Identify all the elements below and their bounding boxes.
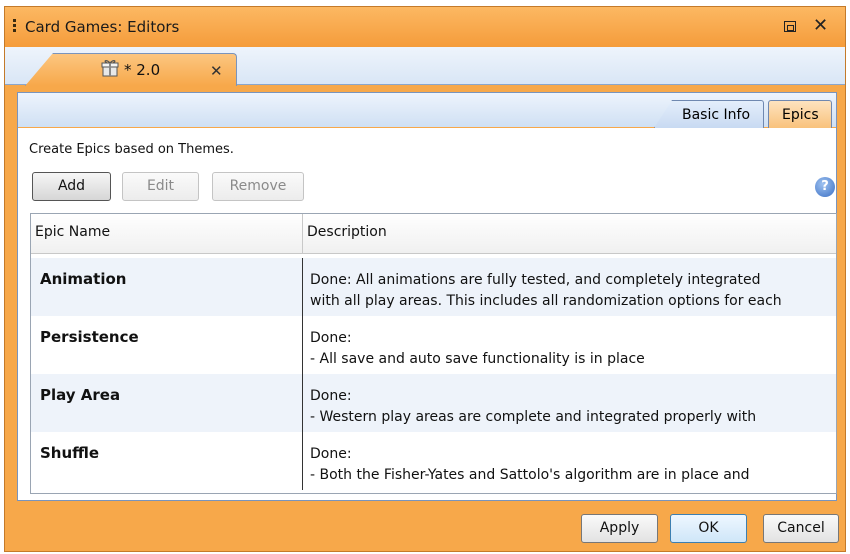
table-row[interactable]: Persistence Done: - All save and auto sa… xyxy=(31,316,836,374)
column-divider-body xyxy=(302,258,303,490)
editor-window: Card Games: Editors ✕ * 2.0 ✕ Basic Info… xyxy=(4,6,846,552)
title-bar[interactable]: Card Games: Editors ✕ xyxy=(5,7,845,47)
restore-icon[interactable] xyxy=(784,21,796,32)
ok-button[interactable]: OK xyxy=(670,514,747,543)
tab-document[interactable]: * 2.0 ✕ xyxy=(25,53,237,86)
epics-panel: Basic Info Epics Create Epics based on T… xyxy=(17,92,837,501)
cancel-button[interactable]: Cancel xyxy=(763,514,839,543)
help-icon[interactable]: ? xyxy=(815,177,835,197)
tab-close-icon[interactable]: ✕ xyxy=(210,62,223,80)
close-icon[interactable]: ✕ xyxy=(813,15,828,36)
epic-name-cell: Shuffle xyxy=(40,444,100,462)
sub-tab-bar: Basic Info Epics xyxy=(18,93,836,128)
table-row[interactable]: Play Area Done: - Western play areas are… xyxy=(31,374,836,432)
drag-grip-icon[interactable] xyxy=(13,19,17,35)
table-row[interactable]: Animation Done: All animations are fully… xyxy=(31,258,836,316)
epic-description-cell: Done: All animations are fully tested, a… xyxy=(310,272,782,309)
vertical-scrollbar[interactable] xyxy=(836,254,837,494)
editor-tab-strip: * 2.0 ✕ xyxy=(5,47,845,86)
tab-epics[interactable]: Epics xyxy=(768,100,832,128)
epic-name-cell: Play Area xyxy=(40,386,121,404)
column-header-description[interactable]: Description xyxy=(307,224,387,240)
instruction-text: Create Epics based on Themes. xyxy=(29,142,234,157)
remove-button[interactable]: Remove xyxy=(212,172,304,201)
epic-description-cell: Done: - Both the Fisher-Yates and Sattol… xyxy=(310,446,750,483)
table-row[interactable]: Shuffle Done: - Both the Fisher-Yates an… xyxy=(31,432,836,490)
epic-description-cell: Done: - All save and auto save functiona… xyxy=(310,330,645,367)
gift-box-icon xyxy=(101,60,119,77)
apply-button[interactable]: Apply xyxy=(581,514,658,543)
epic-name-cell: Persistence xyxy=(40,328,139,346)
tab-document-label: * 2.0 xyxy=(124,61,161,79)
window-title: Card Games: Editors xyxy=(25,18,180,36)
epic-name-cell: Animation xyxy=(40,270,127,288)
epic-description-cell: Done: - Western play areas are complete … xyxy=(310,388,757,425)
table-header: Epic Name Description xyxy=(31,214,836,254)
tab-basic-info[interactable]: Basic Info xyxy=(654,100,764,128)
edit-button[interactable]: Edit xyxy=(122,172,199,201)
epics-table: Epic Name Description Animation Done: Al… xyxy=(30,213,837,494)
add-button[interactable]: Add xyxy=(32,172,111,201)
column-divider[interactable] xyxy=(302,214,303,254)
column-header-epic-name[interactable]: Epic Name xyxy=(35,224,110,240)
